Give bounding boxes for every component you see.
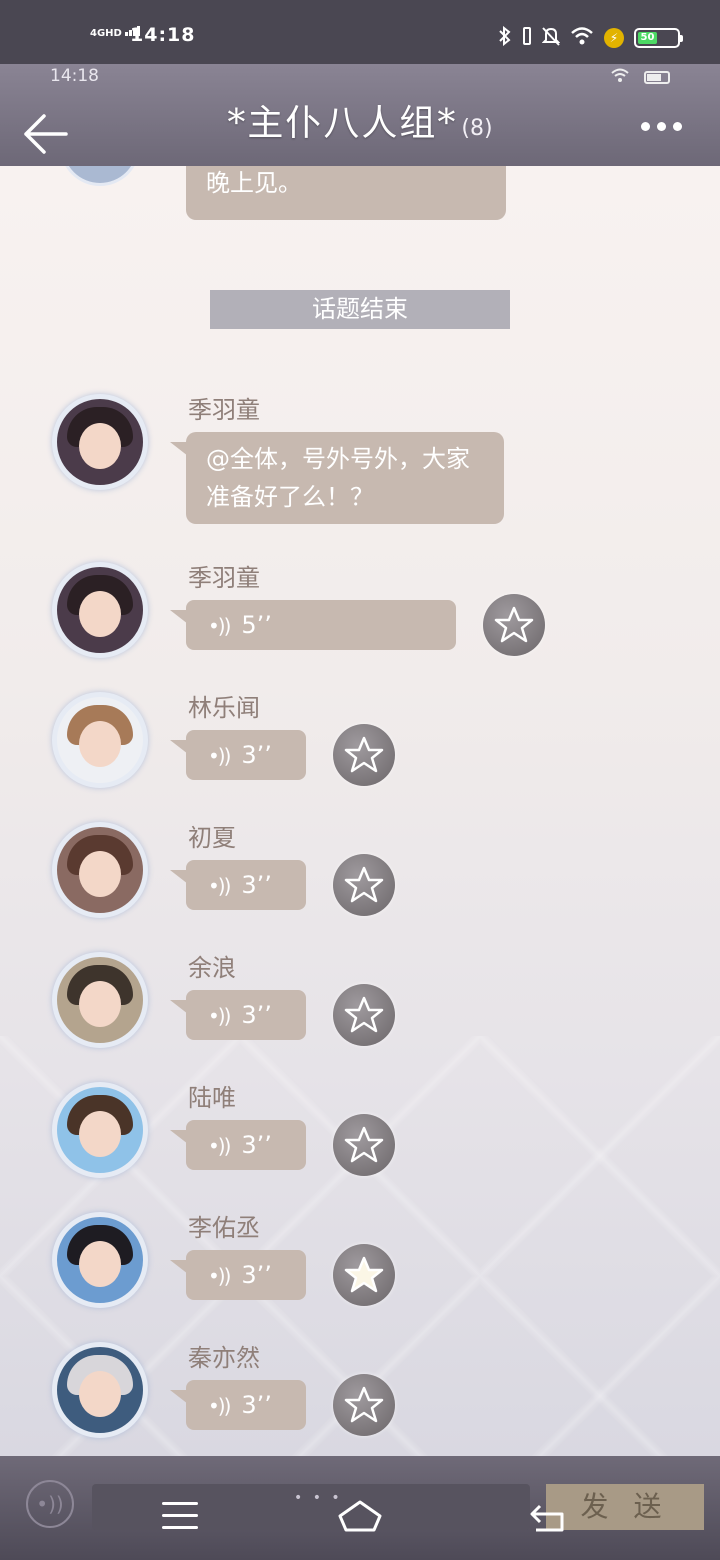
star-outline-icon [344, 1126, 384, 1163]
sender-name: 李佑丞 [188, 1214, 260, 1242]
more-options-button[interactable] [641, 122, 682, 131]
voice-duration: 5’’ [241, 611, 272, 639]
more-dot-icon [657, 122, 666, 131]
member-count: (8) [461, 116, 493, 141]
avatar[interactable] [52, 1212, 148, 1308]
star-outline-icon [344, 1386, 384, 1423]
voice-wave-icon: •)) [208, 614, 231, 638]
star-outline-icon [494, 606, 534, 643]
system-navigation-bar: • • • [0, 1486, 720, 1560]
ingame-time: 14:18 [50, 66, 99, 86]
system-back-button[interactable] [528, 1500, 568, 1538]
message-bubble: 晚上见。 [186, 166, 506, 220]
avatar[interactable] [52, 952, 148, 1048]
voice-message-button[interactable]: •)) 3’’ [170, 1380, 306, 1430]
star-button[interactable] [333, 1114, 395, 1176]
more-dot-icon [641, 122, 650, 131]
avatar[interactable] [52, 562, 148, 658]
message-bubble: @全体，号外号外，大家准备好了么！？ [170, 432, 504, 524]
system-status-bar: 4GHD 14:18 ⚡ 50 [0, 0, 720, 64]
avatar[interactable] [52, 692, 148, 788]
voice-wave-icon: •)) [208, 1004, 231, 1028]
voice-message-button[interactable]: •)) 5’’ [170, 600, 456, 650]
voice-duration: 3’’ [241, 1391, 272, 1419]
ingame-status-icons [610, 68, 670, 87]
voice-wave-icon: •)) [208, 1264, 231, 1288]
status-icons: ⚡ 50 [498, 25, 683, 50]
menu-line-icon [162, 1502, 198, 1505]
star-button[interactable] [333, 854, 395, 916]
voice-message-button[interactable]: •)) 3’’ [170, 1250, 306, 1300]
avatar[interactable] [52, 1342, 148, 1438]
sender-name: 林乐闻 [188, 694, 260, 722]
star-outline-icon [344, 736, 384, 773]
mute-icon [541, 26, 561, 50]
voice-message-button[interactable]: •)) 3’’ [170, 990, 306, 1040]
voice-duration: 3’’ [241, 741, 272, 769]
network-label: 4GHD [90, 28, 122, 39]
battery-icon [644, 71, 670, 84]
sender-name: 季羽童 [188, 564, 260, 592]
voice-duration: 3’’ [241, 1261, 272, 1289]
voice-duration: 3’’ [241, 1001, 272, 1029]
star-button[interactable] [333, 1244, 395, 1306]
sender-name: 季羽童 [188, 396, 260, 424]
voice-message-button[interactable]: •)) 3’’ [170, 1120, 306, 1170]
star-button[interactable] [483, 594, 545, 656]
star-outline-icon [344, 866, 384, 903]
star-button[interactable] [333, 724, 395, 786]
sender-name: 陆唯 [188, 1084, 236, 1112]
battery-icon: 50 [634, 28, 683, 48]
menu-button[interactable] [162, 1502, 198, 1538]
battery-level: 50 [640, 32, 655, 43]
chat-message-list[interactable]: 晚上见。 话题结束 季羽童 @全体，号外号外，大家准备好了么！？ 季羽童 •))… [0, 166, 720, 1456]
voice-wave-icon: •)) [208, 1134, 231, 1158]
sender-name: 秦亦然 [188, 1344, 260, 1372]
avatar[interactable] [52, 1082, 148, 1178]
chat-title-area: *主仆八人组* (8) [0, 94, 720, 146]
star-outline-icon [344, 996, 384, 1033]
home-icon [338, 1500, 382, 1532]
wifi-icon [570, 26, 594, 50]
group-title: *主仆八人组* [227, 103, 458, 144]
charging-icon: ⚡ [604, 28, 624, 48]
voice-wave-icon: •)) [208, 874, 231, 898]
avatar[interactable] [52, 394, 148, 490]
star-button[interactable] [333, 984, 395, 1046]
vibrate-icon [522, 26, 532, 50]
return-icon [530, 1504, 564, 1532]
menu-line-icon [162, 1514, 198, 1517]
voice-wave-icon: •)) [208, 744, 231, 768]
home-button[interactable] [336, 1498, 384, 1538]
more-dot-icon [673, 122, 682, 131]
sender-name: 初夏 [188, 824, 236, 852]
star-filled-icon [344, 1256, 384, 1293]
voice-message-button[interactable]: •)) 3’’ [170, 860, 306, 910]
system-time: 14:18 [130, 24, 196, 46]
sender-name: 余浪 [188, 954, 236, 982]
chat-header: 14:18 *主仆八人组* (8) [0, 64, 720, 166]
voice-duration: 3’’ [241, 871, 272, 899]
voice-duration: 3’’ [241, 1131, 272, 1159]
avatar[interactable] [60, 166, 140, 186]
menu-line-icon [162, 1526, 198, 1529]
star-button[interactable] [333, 1374, 395, 1436]
topic-end-divider: 话题结束 [210, 290, 510, 329]
bluetooth-icon [498, 25, 512, 50]
avatar[interactable] [52, 822, 148, 918]
wifi-icon [610, 68, 630, 87]
voice-message-button[interactable]: •)) 3’’ [170, 730, 306, 780]
voice-wave-icon: •)) [208, 1394, 231, 1418]
